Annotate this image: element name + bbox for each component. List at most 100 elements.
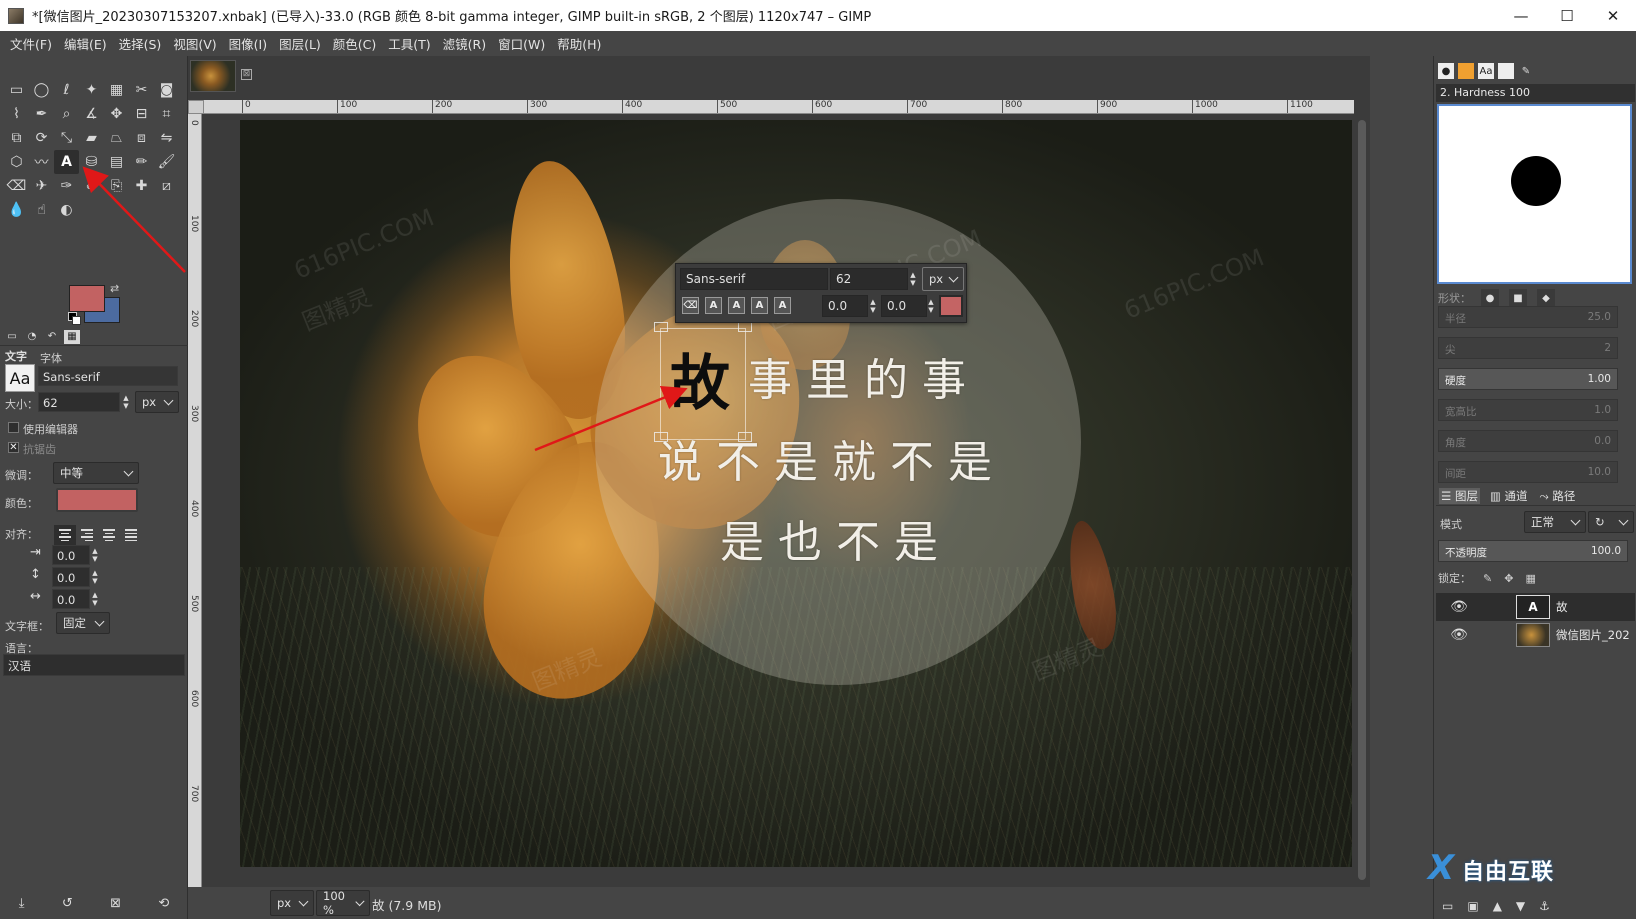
menu-select[interactable]: 选择(S) — [113, 34, 168, 53]
baseline-spinner-icon[interactable]: ▲ ▼ — [868, 296, 878, 316]
layer-mode-dropdown[interactable]: 正常 — [1524, 511, 1586, 533]
brush-option-slider[interactable]: 宽高比 1.0 — [1438, 399, 1618, 421]
new-layer-icon[interactable]: ▭ — [1442, 899, 1453, 913]
reset-options-icon[interactable]: ⟲ — [158, 896, 169, 911]
cage-icon[interactable]: ⬡ — [4, 150, 29, 174]
line-spacing-spinner-icon[interactable]: ▲ ▼ — [90, 567, 100, 587]
scissors-icon[interactable]: ✂ — [129, 78, 154, 102]
baseline-input[interactable]: 0.0 — [822, 295, 868, 317]
square-shape-icon[interactable]: ■ — [1509, 289, 1527, 307]
default-colors-icon[interactable] — [68, 312, 81, 325]
lock-alpha-icon[interactable]: ▦ — [1525, 572, 1535, 585]
crop-icon[interactable]: ⌗ — [154, 102, 179, 126]
pencil-icon[interactable]: ✏ — [129, 150, 154, 174]
indent-input[interactable]: 0.0 — [52, 545, 90, 565]
fonts-tab-icon[interactable]: Aa — [1478, 63, 1494, 79]
justify-right-icon[interactable] — [76, 525, 98, 545]
zoom-icon[interactable]: ⌕ — [54, 102, 79, 126]
tab-layers[interactable]: ☰ 图层 — [1439, 487, 1480, 504]
horizontal-ruler[interactable]: 0 100 200 300 400 500 600 700 800 900 1000 1100 — [204, 100, 1354, 114]
text-color-button[interactable] — [56, 488, 138, 512]
justify-left-icon[interactable] — [54, 525, 76, 545]
close-image-tab-icon[interactable]: ⊠ — [241, 69, 252, 80]
resize-handle[interactable] — [654, 322, 668, 332]
bold-icon[interactable]: A — [705, 297, 722, 314]
menu-edit[interactable]: 编辑(E) — [58, 34, 113, 53]
italic-icon[interactable]: A — [728, 297, 745, 314]
letter-spacing-spinner-icon[interactable]: ▲ ▼ — [90, 589, 100, 609]
rotate-icon[interactable]: ⟳ — [29, 126, 54, 150]
swap-colors-icon[interactable]: ⇄ — [110, 282, 119, 295]
resize-handle[interactable] — [738, 322, 752, 332]
measure-icon[interactable]: ∡ — [79, 102, 104, 126]
blur-icon[interactable]: 💧 — [4, 198, 29, 222]
font-preview-button[interactable]: Aa — [5, 364, 35, 392]
selected-text-char[interactable]: 故 — [670, 335, 730, 422]
move-icon[interactable]: ✥ — [104, 102, 129, 126]
maximize-button[interactable]: ☐ — [1544, 0, 1590, 31]
brush-option-slider[interactable]: 尖2 — [1438, 337, 1618, 359]
canvas-image[interactable]: 616PIC.COM 图精灵 图精灵 616PIC.COM 616PIC.COM… — [240, 120, 1352, 867]
brush-option-slider[interactable]: 间距 10.0 — [1438, 461, 1618, 483]
line-spacing-input[interactable]: 0.0 — [52, 567, 90, 587]
brushes-tab-icon[interactable]: ● — [1438, 63, 1454, 79]
size-spinner-icon[interactable]: ▲ ▼ — [121, 392, 131, 412]
opacity-slider[interactable]: 不透明度 100.0 — [1438, 540, 1628, 562]
brush-option-slider[interactable]: 硬度 1.00 — [1438, 368, 1618, 390]
tool-options-tab-icon[interactable]: ▭ — [4, 330, 20, 344]
menu-tools[interactable]: 工具(T) — [382, 34, 436, 53]
justify-center-icon[interactable] — [98, 525, 120, 545]
foreground-color-swatch[interactable] — [69, 285, 105, 312]
unified-transform-icon[interactable]: ⧉ — [4, 126, 29, 150]
raise-layer-icon[interactable]: ▲ — [1493, 899, 1502, 913]
kerning-spinner-icon[interactable]: ▲ ▼ — [926, 296, 936, 316]
poem-line-2[interactable]: 说不是就不是 — [658, 426, 1006, 490]
poem-line-3[interactable]: 是也不是 — [720, 506, 952, 570]
warp-icon[interactable]: 〰 — [29, 150, 54, 174]
image-tab-thumbnail[interactable] — [190, 60, 236, 92]
editor-size-input[interactable]: 62 — [830, 268, 908, 290]
lock-pixels-icon[interactable]: ✎ — [1483, 572, 1492, 585]
tab-paths[interactable]: ⤳ 路径 — [1538, 488, 1578, 504]
patterns-tab-icon[interactable] — [1458, 63, 1474, 79]
menu-help[interactable]: 帮助(H) — [551, 34, 607, 53]
save-options-icon[interactable]: ⤓ — [19, 896, 25, 911]
menu-filters[interactable]: 滤镜(R) — [437, 34, 492, 53]
images-tab-icon[interactable]: ▦ — [64, 329, 80, 344]
paths-icon[interactable]: ⌇ — [4, 102, 29, 126]
menu-windows[interactable]: 窗口(W) — [492, 34, 551, 53]
scale-icon[interactable]: ⤡ — [54, 126, 79, 150]
brush-option-slider[interactable]: 角度 0.0 — [1438, 430, 1618, 452]
foreground-select-icon[interactable]: ◙ — [154, 78, 179, 102]
flip-icon[interactable]: ⇋ — [154, 126, 179, 150]
gradient-icon[interactable]: ▤ — [104, 150, 129, 174]
mypaint-brush-icon[interactable]: ✐ — [79, 174, 104, 198]
paint-dynamics-tab-icon[interactable]: ✎ — [1518, 63, 1534, 79]
strikethrough-icon[interactable]: A — [774, 297, 791, 314]
color-picker-icon[interactable]: ✒ — [29, 102, 54, 126]
eraser-icon[interactable]: ⌫ — [4, 174, 29, 198]
canvas-viewport[interactable]: 616PIC.COM 图精灵 图精灵 616PIC.COM 616PIC.COM… — [202, 114, 1352, 889]
shear-icon[interactable]: ▰ — [79, 126, 104, 150]
lower-layer-icon[interactable]: ▼ — [1516, 899, 1525, 913]
perspective-clone-icon[interactable]: ⧄ — [154, 174, 179, 198]
circle-shape-icon[interactable]: ● — [1481, 289, 1499, 307]
close-button[interactable]: ✕ — [1590, 0, 1636, 31]
free-select-icon[interactable]: ℓ — [54, 78, 79, 102]
hinting-dropdown[interactable]: 中等 — [53, 462, 139, 484]
restore-options-icon[interactable]: ↺ — [62, 896, 73, 911]
eye-icon[interactable]: 👁 — [1446, 627, 1472, 643]
poem-line-1[interactable]: 事里的事 — [748, 344, 980, 408]
composite-mode-dropdown[interactable]: ↻ — [1588, 511, 1634, 533]
vertical-ruler[interactable]: 0 100 200 300 400 500 600 700 — [188, 114, 202, 889]
rect-select-icon[interactable]: ▭ — [4, 78, 29, 102]
lock-position-icon[interactable]: ✥ — [1504, 572, 1513, 585]
bucket-fill-icon[interactable]: ⛁ — [79, 150, 104, 174]
justify-fill-icon[interactable] — [120, 525, 142, 545]
brush-preview[interactable] — [1437, 104, 1632, 284]
clone-icon[interactable]: ⎘ — [104, 174, 129, 198]
editor-color-swatch[interactable] — [939, 295, 963, 317]
font-input[interactable]: Sans-serif — [38, 366, 178, 386]
letter-spacing-input[interactable]: 0.0 — [52, 589, 90, 609]
documents-tab-icon[interactable] — [1498, 63, 1514, 79]
